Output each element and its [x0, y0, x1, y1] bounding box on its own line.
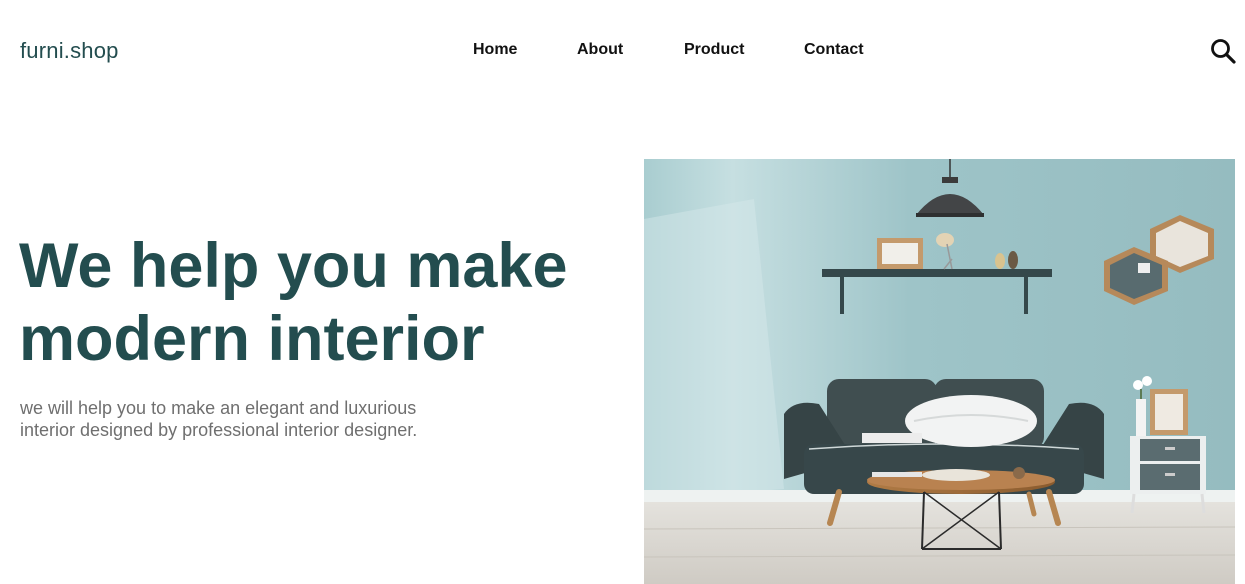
- hero-title-line-2: modern interior: [19, 304, 485, 374]
- nav-item-home[interactable]: Home: [473, 41, 517, 59]
- hero-title-line-1: We help you make: [19, 231, 568, 301]
- hero-subtitle-line-2: interior designed by professional interi…: [20, 420, 418, 440]
- search-icon: [1211, 39, 1236, 64]
- living-room-photo: [644, 159, 1235, 584]
- nav-item-about[interactable]: About: [577, 41, 623, 59]
- search-button[interactable]: [1210, 38, 1236, 64]
- page: furni.shop Home About Product Contact We…: [0, 0, 1245, 584]
- hero-subtitle-line-1: we will help you to make an elegant and …: [20, 398, 417, 418]
- hero-image: [644, 159, 1235, 584]
- hero-subtitle: we will help you to make an elegant and …: [20, 397, 480, 441]
- brand-logo[interactable]: furni.shop: [20, 38, 119, 64]
- nav-item-product[interactable]: Product: [684, 41, 744, 59]
- nav-item-contact[interactable]: Contact: [804, 41, 864, 59]
- hero-title: We help you make modern interior: [19, 230, 619, 376]
